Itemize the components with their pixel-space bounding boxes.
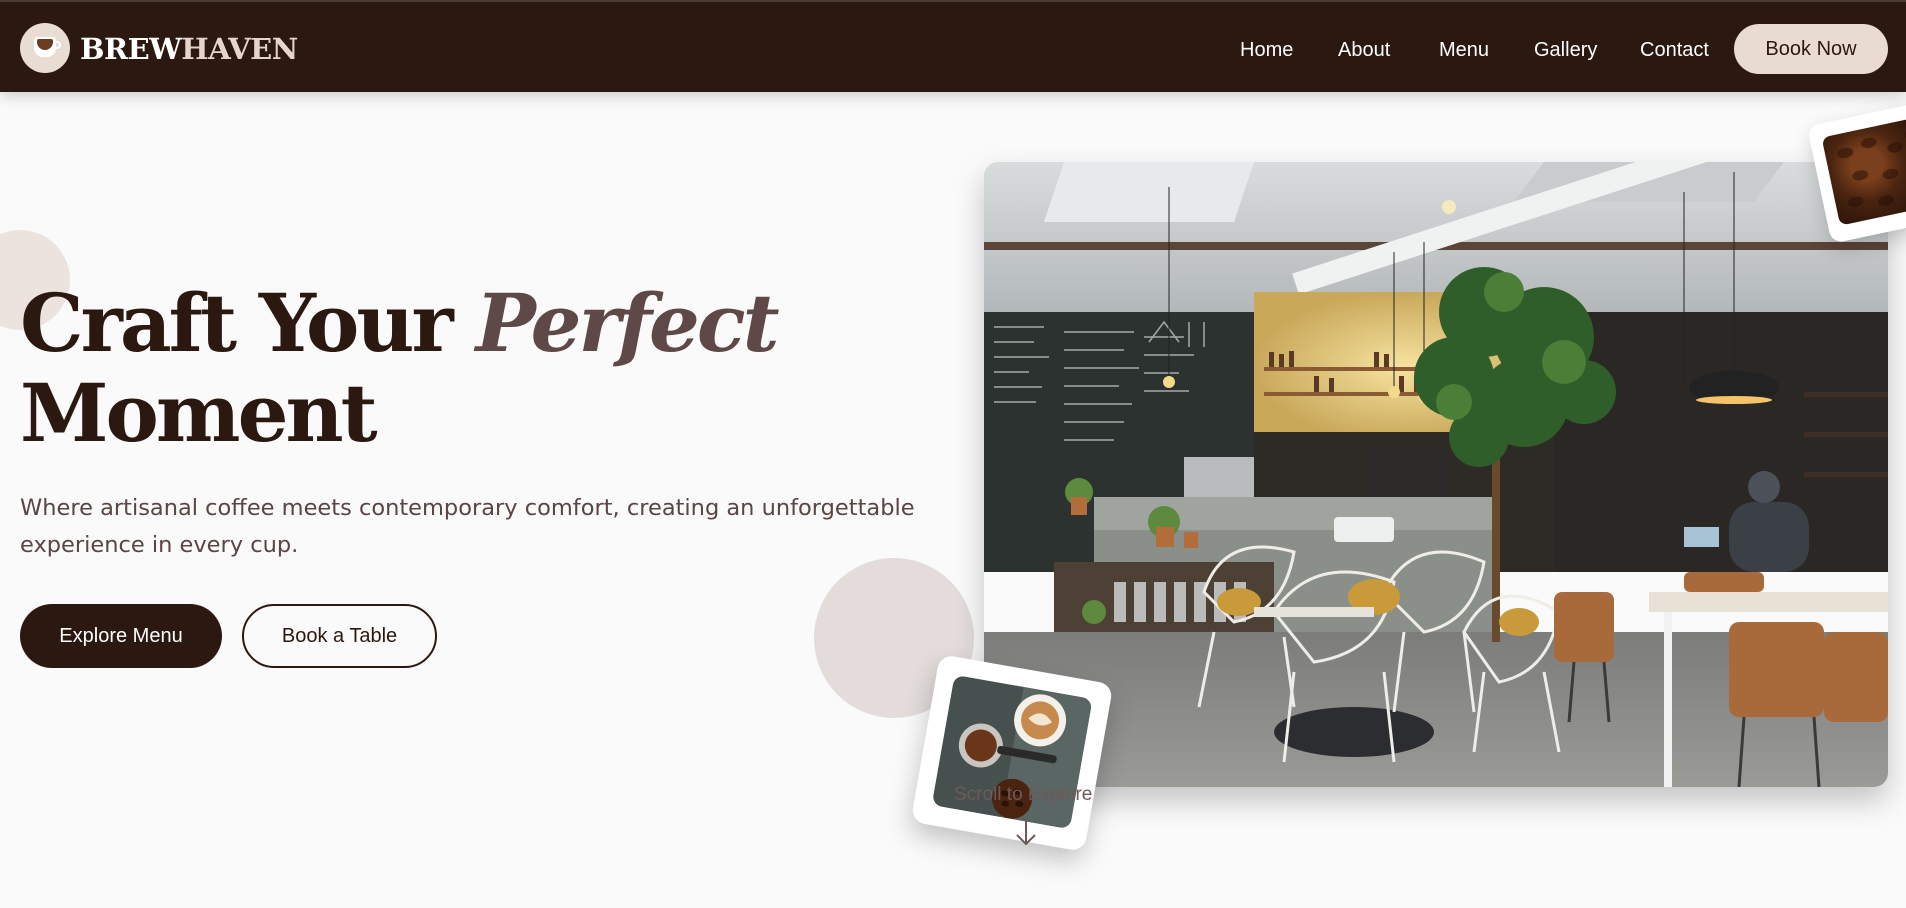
hero-title: Craft Your Perfect Moment bbox=[20, 278, 920, 458]
brand-name-part1: BREW bbox=[80, 32, 182, 66]
brand-logo-text[interactable]: BREWHAVEN bbox=[80, 29, 298, 69]
hero-title-line2: Moment bbox=[20, 366, 378, 460]
nav-link-menu[interactable]: Menu bbox=[1439, 38, 1489, 62]
nav-link-home[interactable]: Home bbox=[1240, 38, 1293, 62]
hero-title-plain: Craft Your bbox=[20, 276, 476, 370]
brand-name-part2: HAVEN bbox=[181, 32, 298, 66]
nav-link-gallery[interactable]: Gallery bbox=[1534, 38, 1597, 62]
coffee-cup-icon[interactable] bbox=[20, 23, 70, 73]
coffee-beans-image bbox=[1821, 114, 1906, 226]
book-now-button[interactable]: Book Now bbox=[1734, 24, 1888, 74]
scroll-hint-label: Scroll to Explore bbox=[954, 784, 1093, 805]
book-table-button[interactable]: Book a Table bbox=[242, 604, 437, 668]
explore-menu-button[interactable]: Explore Menu bbox=[20, 604, 222, 668]
hero-subtitle: Where artisanal coffee meets contemporar… bbox=[20, 495, 915, 558]
latte-image bbox=[931, 674, 1093, 830]
hero-title-accent: Perfect bbox=[475, 276, 780, 370]
nav-link-about[interactable]: About bbox=[1338, 38, 1390, 62]
cafe-interior-image bbox=[984, 162, 1888, 787]
site-header: BREWHAVEN Home About Menu Gallery Contac… bbox=[0, 0, 1906, 92]
arrow-down-icon[interactable] bbox=[1012, 818, 1040, 848]
nav-link-contact[interactable]: Contact bbox=[1640, 38, 1709, 62]
